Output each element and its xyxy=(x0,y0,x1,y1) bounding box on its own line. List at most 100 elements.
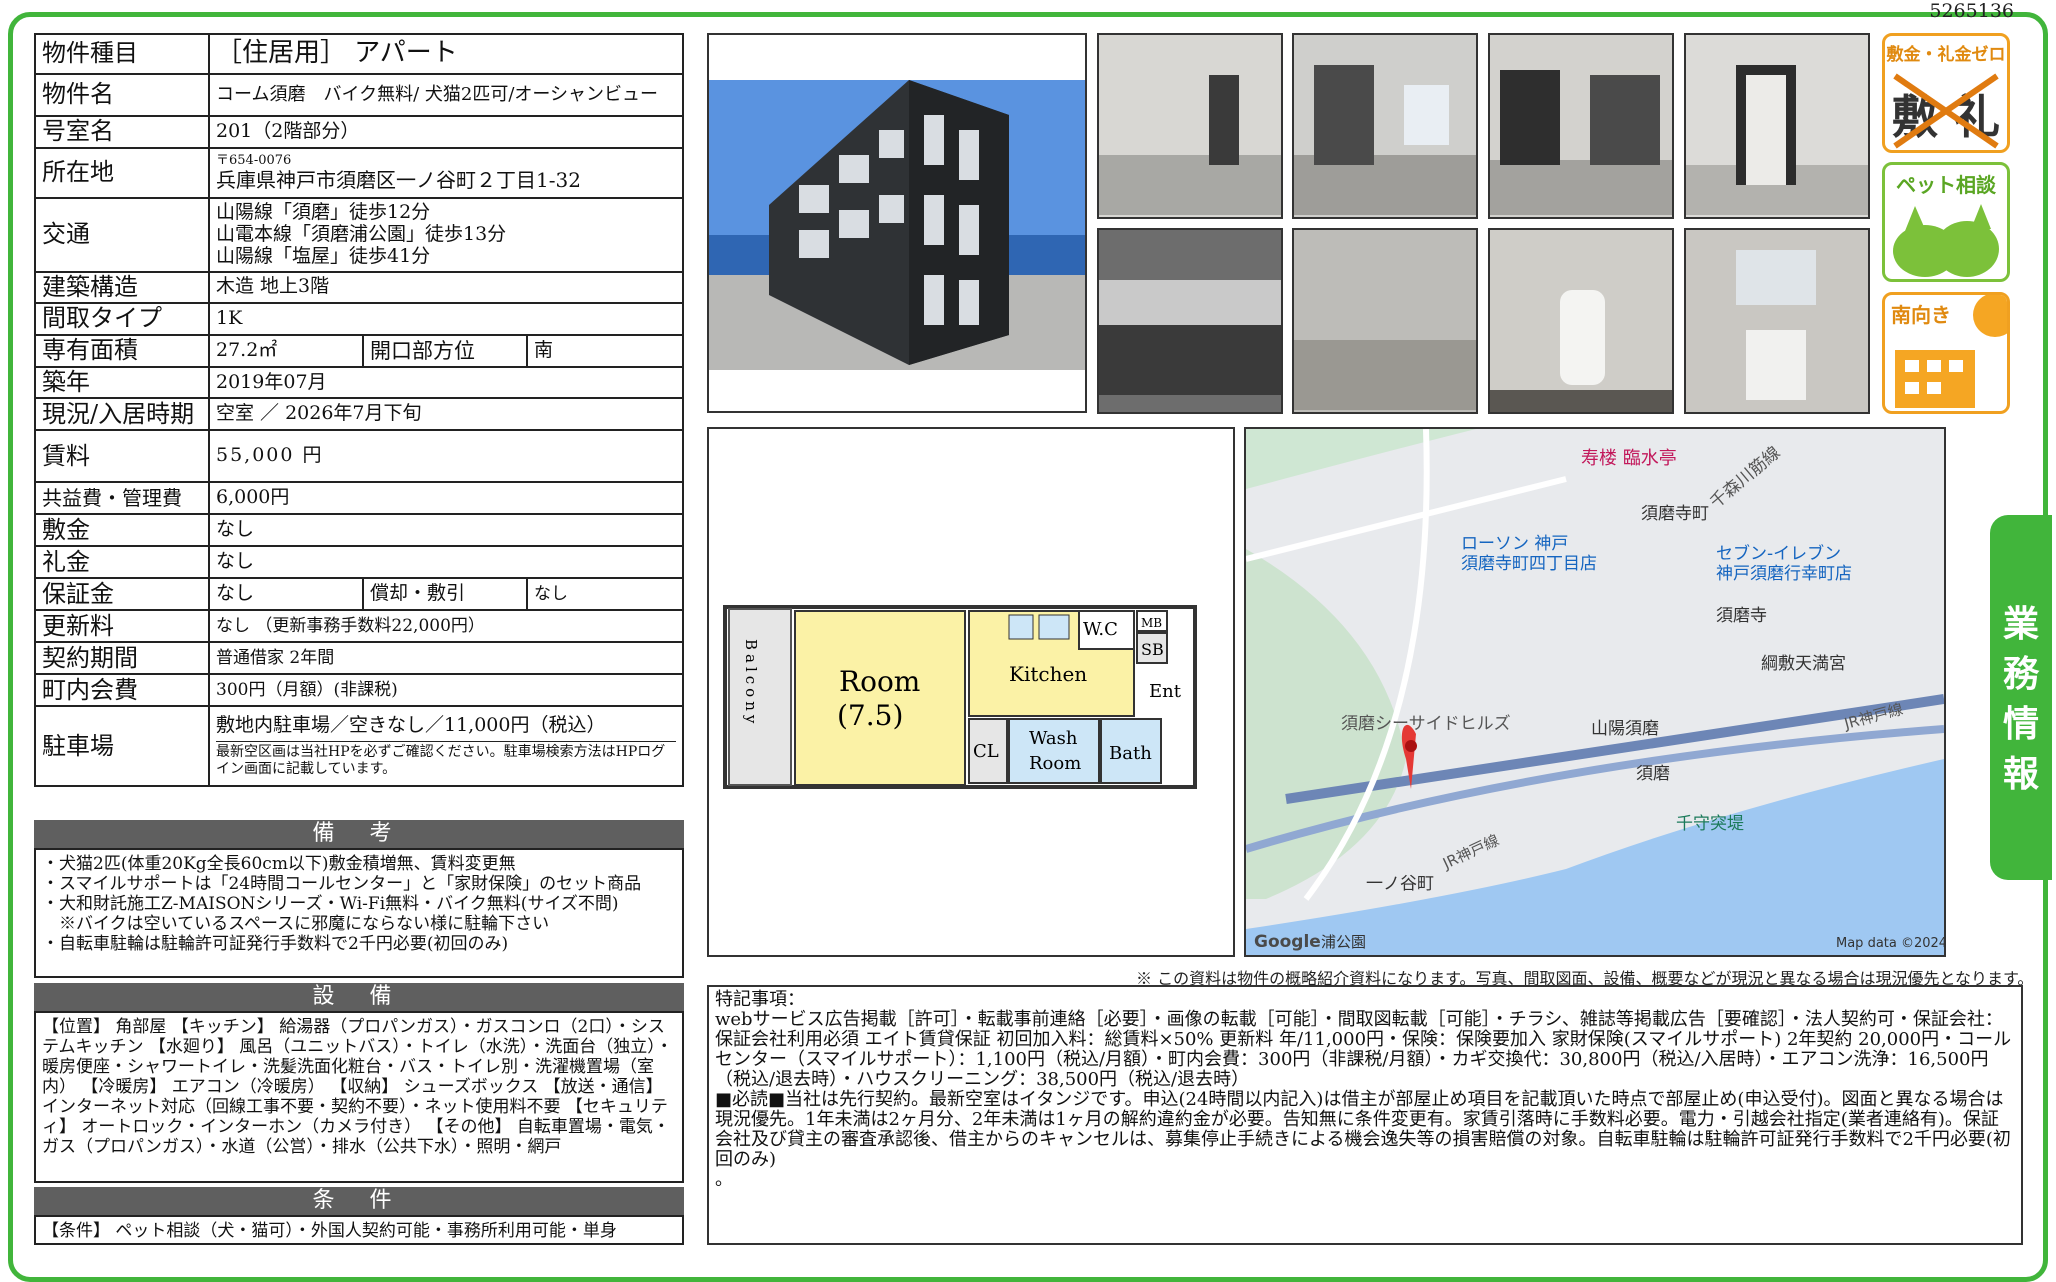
town-fee-value: 300円（月額）(非課税) xyxy=(208,673,684,708)
access-line: 山陽線「塩屋」徒歩41分 xyxy=(216,244,431,267)
interior-photo xyxy=(1488,33,1674,219)
access-label: 交通 xyxy=(34,196,210,273)
layout-label: 間取タイプ xyxy=(34,302,210,336)
town-fee-label: 町内会費 xyxy=(34,673,210,708)
floor-plan-drawing: Balcony Room (7.5) Kitchen W.C MB SB Ent… xyxy=(723,605,1197,789)
floor-plan: Balcony Room (7.5) Kitchen W.C MB SB Ent… xyxy=(707,427,1235,957)
interior-photo xyxy=(1292,33,1478,219)
key-money-label: 礼金 xyxy=(34,545,210,580)
tab-char: 報 xyxy=(2002,753,2039,795)
cross-icon xyxy=(1893,73,1999,149)
pet-icon xyxy=(1893,204,1999,277)
amortization-label: 償却・敷引 xyxy=(362,577,528,612)
map-label: 須磨寺 xyxy=(1716,606,1767,626)
business-info-tab[interactable]: 業 務 情 報 xyxy=(1990,515,2052,880)
wc-label: W.C xyxy=(1083,619,1118,640)
map-label: 寿楼 臨水亭 xyxy=(1581,448,1677,469)
parking-note: 最新空区画は当社HPを必ずご確認ください。駐車場検索方法はHPログイン画面に記載… xyxy=(216,743,666,777)
map-label: セブン-イレブン xyxy=(1716,543,1841,564)
document-id: 5265136 xyxy=(1929,0,2014,22)
map-label: 一ノ谷町 xyxy=(1366,874,1434,894)
structure-label: 建築構造 xyxy=(34,270,210,305)
zero-deposit-badge: 敷金・礼金ゼロ 敷 礼 xyxy=(1882,33,2010,153)
status-label: 現況/入居時期 xyxy=(34,397,210,432)
remarks-box: 特記事項： webサービス広告掲載［許可］・転載事前連絡［必要］・画像の転載［可… xyxy=(707,985,2023,1245)
direction-value: 南 xyxy=(526,333,684,368)
address-cell: 〒654-0076 兵庫県神戸市須磨区一ノ谷町２丁目1-32 xyxy=(208,146,684,199)
map-copyright: Map data ©2024 xyxy=(1836,936,1944,951)
access-cell: 山陽線「須磨」徒歩12分 山電本線「須磨浦公園」徒歩13分 山陽線「塩屋」徒歩4… xyxy=(208,196,684,273)
spec-table: 物件種目 ［住居用］ アパート 物件名 コーム須磨 バイク無料/ 犬猫2匹可/オーシ… xyxy=(34,33,684,788)
kitchen-label: Kitchen xyxy=(1009,662,1087,686)
name-value: コーム須磨 バイク無料/ 犬猫2匹可/オーシャンビュー xyxy=(208,73,684,117)
map-label: 須磨寺町四丁目店 xyxy=(1461,554,1597,574)
term-value: 普通借家 2年間 xyxy=(208,641,684,676)
toilet-photo xyxy=(1488,228,1674,414)
guarantee-value: なし xyxy=(208,577,364,612)
closet-label: CL xyxy=(973,741,999,762)
mb-label: MB xyxy=(1141,616,1162,630)
deposit-label: 敷金 xyxy=(34,513,210,548)
map-label: 山陽須磨 xyxy=(1591,719,1659,739)
layout-value: 1K xyxy=(208,302,684,336)
room-label: 号室名 xyxy=(34,115,210,149)
map-label: 須磨寺町 xyxy=(1641,504,1709,524)
setsubi-body: 【位置】 角部屋 【キッチン】 給湯器（プロパンガス）・ガスコンロ（2口）・シス… xyxy=(34,1011,684,1183)
map-label: 綱敷天満宮 xyxy=(1761,654,1846,674)
name-label: 物件名 xyxy=(34,73,210,117)
area-value: 27.2㎡ xyxy=(208,333,364,368)
map-label: 神戸須磨行幸町店 xyxy=(1716,564,1852,584)
rent-label: 賃料 xyxy=(34,429,210,484)
location-map[interactable]: 寿楼 臨水亭 千森川筋線 須磨寺町 ローソン 神戸 須磨寺町四丁目店 セブン-イ… xyxy=(1244,427,1946,957)
area-label: 専有面積 xyxy=(34,333,210,368)
map-label: 千守突堤 xyxy=(1676,814,1744,834)
map-label: ローソン 神戸 xyxy=(1461,534,1568,554)
access-line: 山陽線「須磨」徒歩12分 xyxy=(216,200,431,223)
type-label: 物件種目 xyxy=(34,33,210,75)
pet-badge: ペット相談 xyxy=(1882,162,2010,282)
building-image xyxy=(709,80,1085,370)
access-line: 山電本線「須磨浦公園」徒歩13分 xyxy=(216,222,507,245)
interior-photo xyxy=(1684,33,1870,219)
amortization-value: なし xyxy=(526,577,684,612)
built-label: 築年 xyxy=(34,365,210,400)
guarantee-label: 保証金 xyxy=(34,577,210,612)
washroom-photo xyxy=(1684,228,1870,414)
sun-house-icon xyxy=(1895,295,2007,408)
rent-value: 55,000 円 xyxy=(208,429,684,484)
washroom-label-2: Room xyxy=(1029,753,1081,774)
built-value: 2019年07月 xyxy=(208,365,684,400)
kitchen-photo xyxy=(1097,228,1283,414)
google-logo: Google xyxy=(1254,932,1321,952)
tab-char: 情 xyxy=(2002,703,2039,745)
direction-label: 開口部方位 xyxy=(362,333,528,368)
fee-label: 共益費・管理費 xyxy=(34,481,210,516)
interior-photo xyxy=(1097,33,1283,219)
room-label: Room xyxy=(839,665,920,698)
type-value: ［住居用］ アパート xyxy=(208,33,684,75)
setsubi-header: 設 備 xyxy=(34,983,684,1011)
fee-value: 6,000円 xyxy=(208,481,684,516)
map-label: 須磨 xyxy=(1636,764,1670,784)
map-label: 須磨シーサイドヒルズ xyxy=(1341,714,1511,734)
renewal-label: 更新料 xyxy=(34,609,210,644)
address-label: 所在地 xyxy=(34,146,210,199)
bikou-header: 備 考 xyxy=(34,820,684,848)
joken-body: 【条件】 ペット相談（犬・猫可）・外国人契約可能・事務所利用可能・単身 xyxy=(34,1215,684,1245)
address-value: 兵庫県神戸市須磨区一ノ谷町２丁目1-32 xyxy=(216,167,581,192)
status-value: 空室 ／ 2026年7月下旬 xyxy=(208,397,684,432)
key-money-value: なし xyxy=(208,545,684,580)
washroom-label: Wash xyxy=(1029,728,1078,749)
balcony-label: Balcony xyxy=(742,639,760,727)
exterior-photo xyxy=(707,33,1087,413)
structure-value: 木造 地上3階 xyxy=(208,270,684,305)
address-zip: 〒654-0076 xyxy=(216,152,292,168)
map-drawing: 寿楼 臨水亭 千森川筋線 須磨寺町 ローソン 神戸 須磨寺町四丁目店 セブン-イ… xyxy=(1246,429,1944,955)
south-facing-badge: 南向き xyxy=(1882,292,2010,414)
joken-header: 条 件 xyxy=(34,1187,684,1215)
room-value: 201（2階部分） xyxy=(208,115,684,149)
deposit-value: なし xyxy=(208,513,684,548)
bikou-body: ・犬猫2匹(体重20Kg全長60cm以下)敷金積増無、賃料変更無 ・スマイルサポ… xyxy=(34,848,684,978)
renewal-value: なし （更新事務手数料22,000円） xyxy=(208,609,684,644)
room-size: (7.5) xyxy=(837,699,903,732)
